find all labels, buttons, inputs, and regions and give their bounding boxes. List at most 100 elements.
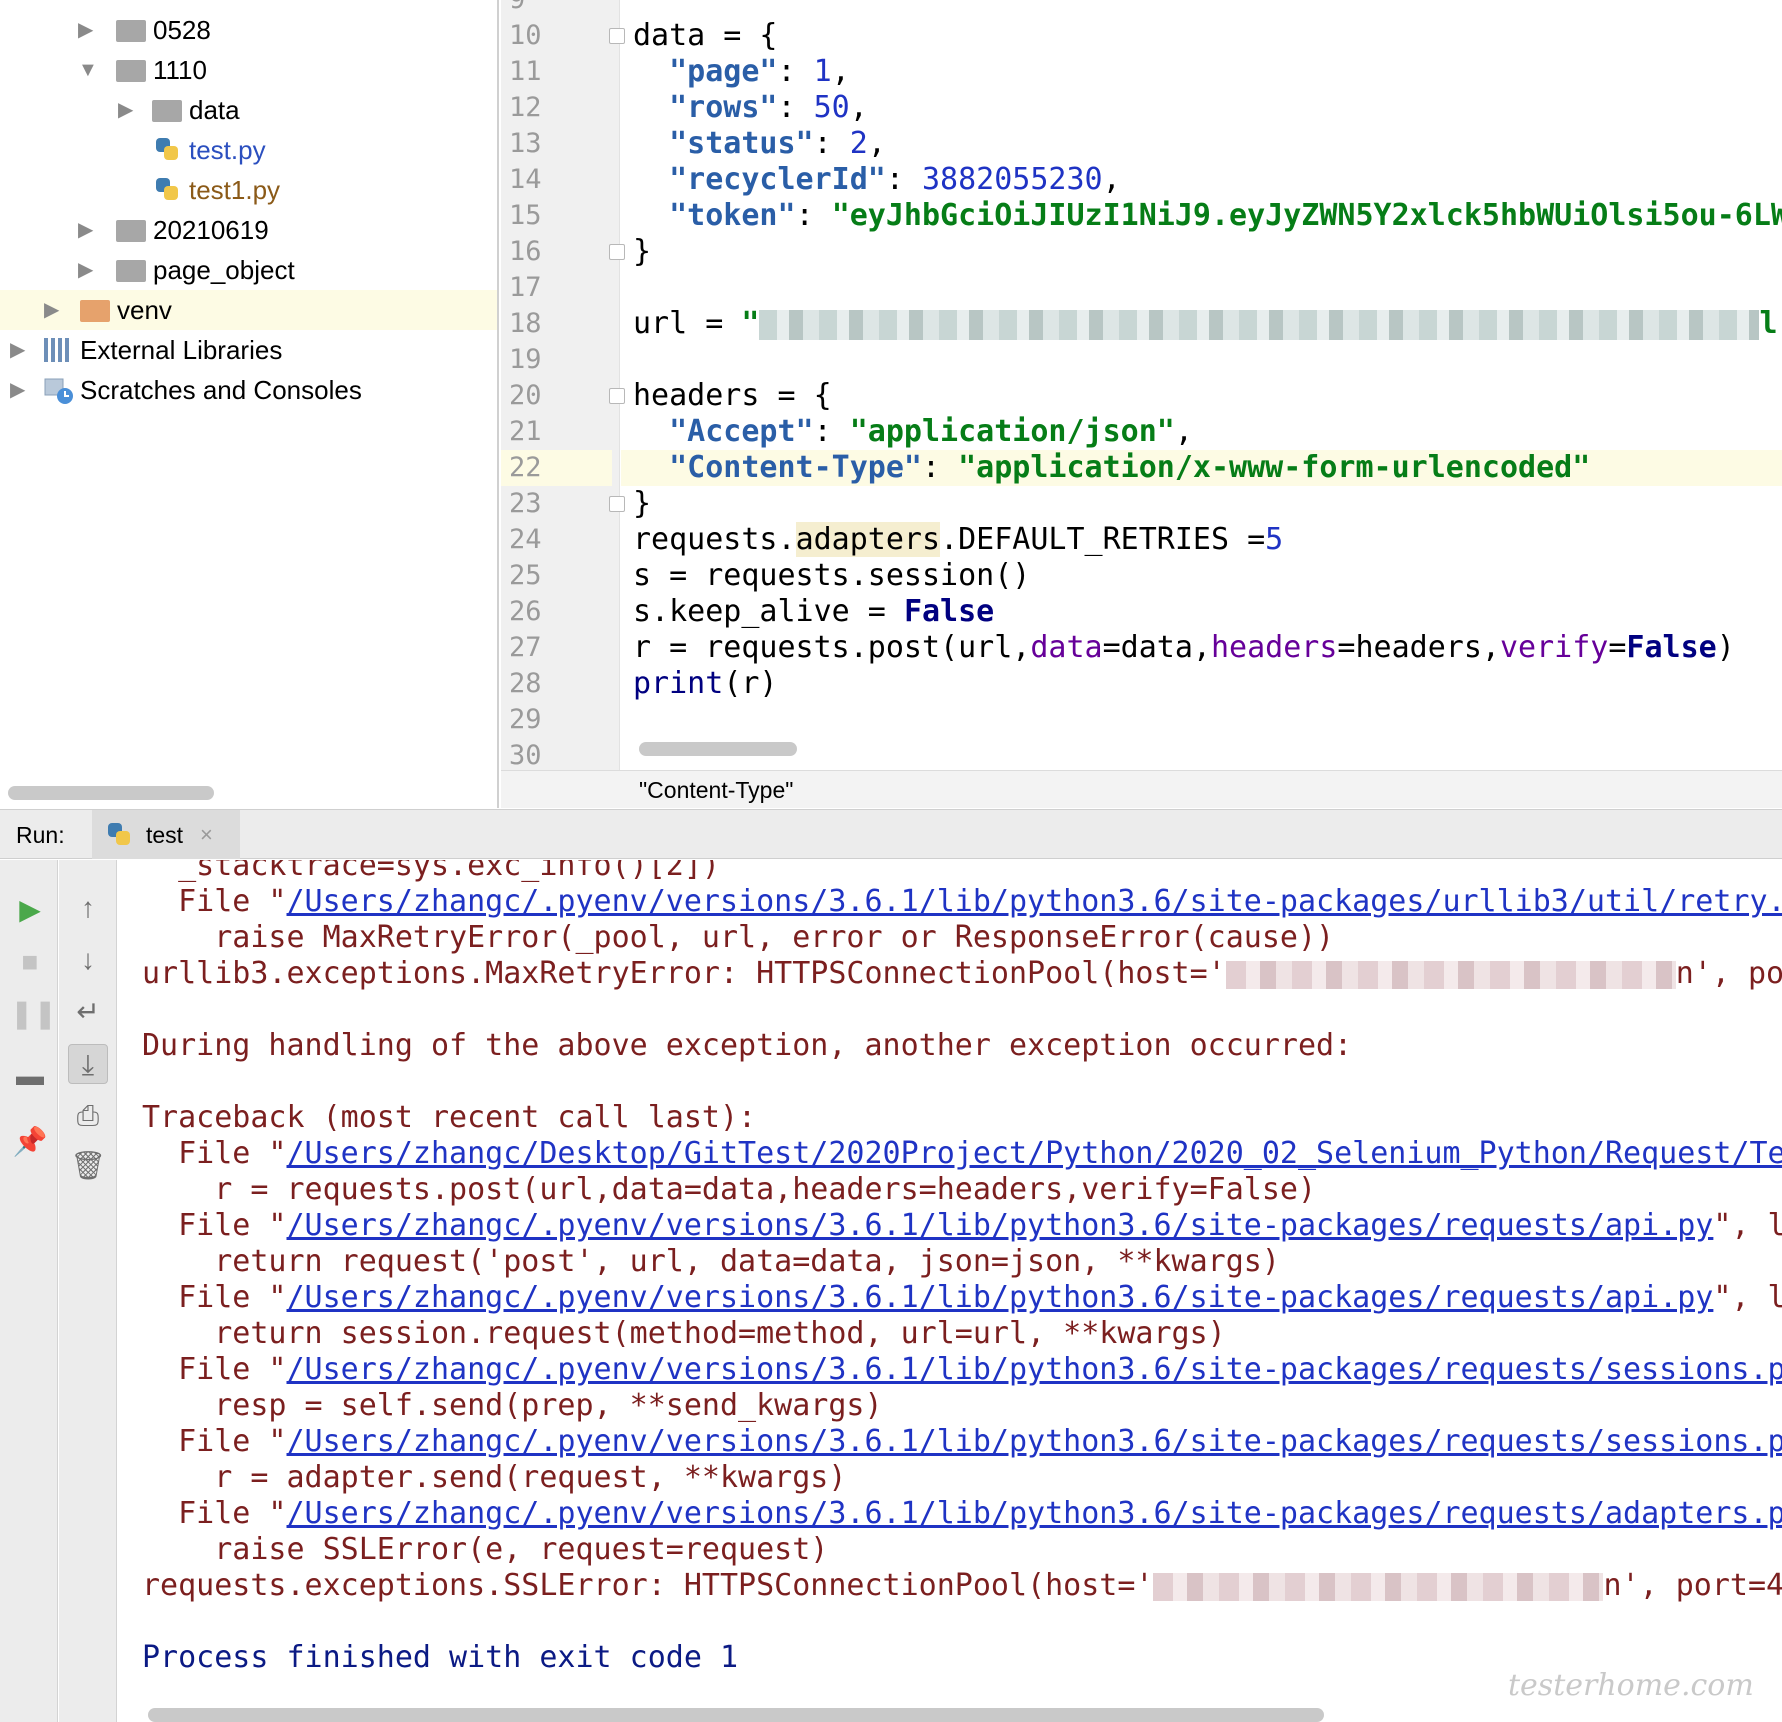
file-link[interactable]: /Users/zhangc/.pyenv/versions/3.6.1/lib/… — [287, 1352, 1782, 1387]
console-output[interactable]: _stacktrace=sys.exc_info()[2]) File "/Us… — [118, 860, 1782, 1722]
fold-marker-icon[interactable] — [609, 28, 625, 44]
tree-item-external-libraries[interactable]: ▶ External Libraries — [0, 330, 497, 370]
console-line: File "/Users/zhangc/Desktop/GitTest/2020… — [142, 1136, 1782, 1172]
tree-item-test-py[interactable]: test.py — [0, 130, 497, 170]
console-line: During handling of the above exception, … — [142, 1028, 1353, 1063]
arrow-down-icon[interactable]: ↓ — [68, 940, 108, 980]
redacted-url — [759, 309, 1760, 340]
tree-item-label: External Libraries — [80, 335, 283, 365]
chevron-right-icon[interactable]: ▶ — [118, 90, 140, 130]
fold-marker-icon[interactable] — [609, 388, 625, 404]
folder-icon — [116, 60, 146, 82]
run-tab-test[interactable]: test × — [92, 810, 240, 859]
code-line-26[interactable]: s.keep_alive = False — [633, 594, 994, 630]
library-icon — [44, 338, 72, 362]
line-number: 25 — [509, 560, 542, 591]
trash-icon[interactable]: 🗑 — [68, 1146, 108, 1186]
line-number: 23 — [509, 488, 542, 519]
layout-icon[interactable]: ▬ — [10, 1056, 50, 1096]
run-icon[interactable]: ▶ — [10, 890, 50, 930]
run-tab-label: test — [146, 822, 184, 848]
tree-item-label: 1110 — [153, 55, 207, 85]
code-line-15[interactable]: "token": "eyJhbGciOiJIUzI1NiJ9.eyJyZWN5Y… — [633, 198, 1782, 234]
code-line-10[interactable]: data = { — [633, 18, 778, 54]
fold-marker-icon[interactable] — [609, 244, 625, 260]
console-line: r = adapter.send(request, **kwargs) — [142, 1460, 847, 1495]
scroll-to-end-icon[interactable]: ⤓ — [68, 1044, 108, 1084]
file-link[interactable]: /Users/zhangc/.pyenv/versions/3.6.1/lib/… — [287, 1208, 1714, 1243]
code-line-12[interactable]: "rows": 50, — [633, 90, 868, 126]
line-number: 30 — [509, 740, 542, 771]
console-horizontal-scrollbar[interactable] — [148, 1708, 1324, 1722]
line-number: 21 — [509, 416, 542, 447]
folder-icon — [152, 100, 182, 122]
code-line-20[interactable]: headers = { — [633, 378, 832, 414]
tree-item-scratches[interactable]: ▶ Scratches and Consoles — [0, 370, 497, 410]
console-line: resp = self.send(prep, **send_kwargs) — [142, 1388, 883, 1423]
code-editor[interactable]: 9 10 11 12 13 14 15 16 17 18 19 20 21 22… — [501, 0, 1782, 808]
tree-item-label: page_object — [153, 255, 295, 285]
tree-item-venv[interactable]: ▶ venv — [0, 290, 497, 330]
tree-item-1110[interactable]: ▼ 1110 — [0, 50, 497, 90]
stop-icon[interactable]: ■ — [10, 942, 50, 982]
line-number: 12 — [509, 92, 542, 123]
package-folder-icon — [116, 260, 146, 282]
horizontal-scrollbar[interactable] — [8, 786, 214, 800]
tree-item-data[interactable]: ▶ data — [0, 90, 497, 130]
code-line-16[interactable]: } — [633, 234, 651, 270]
chevron-right-icon[interactable]: ▶ — [78, 210, 100, 250]
tree-item-page-object[interactable]: ▶ page_object — [0, 250, 497, 290]
file-link[interactable]: /Users/zhangc/.pyenv/versions/3.6.1/lib/… — [287, 1280, 1714, 1315]
file-link[interactable]: /Users/zhangc/.pyenv/versions/3.6.1/lib/… — [287, 1424, 1782, 1459]
breadcrumb-item[interactable]: "Content-Type" — [639, 771, 793, 808]
code-line-22[interactable]: "Content-Type": "application/x-www-form-… — [633, 450, 1590, 486]
run-toolbar-left: ▶ ■ ❚❚ ▬ 📌 — [0, 860, 58, 1722]
line-number: 16 — [509, 236, 542, 267]
code-line-11[interactable]: "page": 1, — [633, 54, 850, 90]
chevron-right-icon[interactable]: ▶ — [78, 10, 100, 50]
print-icon[interactable]: ⎙ — [68, 1096, 108, 1136]
breadcrumb: "Content-Type" — [501, 770, 1782, 808]
code-line-27[interactable]: r = requests.post(url,data=data,headers=… — [633, 630, 1735, 666]
chevron-right-icon[interactable]: ▶ — [78, 250, 100, 290]
soft-wrap-icon[interactable]: ↵ — [68, 992, 108, 1032]
console-line: raise SSLError(e, request=request) — [142, 1532, 829, 1567]
code-line-24[interactable]: requests.adapters.DEFAULT_RETRIES =5 — [633, 522, 1283, 558]
code-line-14[interactable]: "recyclerId": 3882055230, — [633, 162, 1121, 198]
code-line-23[interactable]: } — [633, 486, 651, 522]
console-line: raise MaxRetryError(_pool, url, error or… — [142, 920, 1335, 955]
chevron-right-icon[interactable]: ▶ — [44, 290, 66, 330]
code-line-13[interactable]: "status": 2, — [633, 126, 886, 162]
line-number: 13 — [509, 128, 542, 159]
tree-item-label: 20210619 — [153, 215, 269, 245]
code-line-25[interactable]: s = requests.session() — [633, 558, 1030, 594]
code-line-18[interactable]: url = " l — [633, 306, 1778, 342]
pause-icon[interactable]: ❚❚ — [10, 994, 57, 1034]
redacted-host — [1225, 960, 1676, 989]
file-link[interactable]: /Users/zhangc/.pyenv/versions/3.6.1/lib/… — [287, 1496, 1782, 1531]
line-number-current: 22 — [501, 450, 612, 486]
run-toolbar-right: ↑ ↓ ↵ ⤓ ⎙ 🗑 — [59, 860, 117, 1722]
code-line-28[interactable]: print(r) — [633, 666, 778, 702]
console-line: File "/Users/zhangc/.pyenv/versions/3.6.… — [142, 1424, 1782, 1460]
tree-item-test1-py[interactable]: test1.py — [0, 170, 497, 210]
code-line-21[interactable]: "Accept": "application/json", — [633, 414, 1193, 450]
editor-horizontal-scrollbar[interactable] — [639, 742, 797, 756]
line-number: 15 — [509, 200, 542, 231]
fold-marker-icon[interactable] — [609, 496, 625, 512]
close-icon[interactable]: × — [200, 810, 213, 860]
chevron-right-icon[interactable]: ▶ — [10, 370, 32, 410]
tree-item-label: Scratches and Consoles — [80, 375, 362, 405]
pin-icon[interactable]: 📌 — [10, 1122, 50, 1162]
arrow-up-icon[interactable]: ↑ — [68, 888, 108, 928]
console-line: File "/Users/zhangc/.pyenv/versions/3.6.… — [142, 1280, 1782, 1315]
line-number: 14 — [509, 164, 542, 195]
tree-item-0528[interactable]: ▶ 0528 — [0, 10, 497, 50]
file-link[interactable]: /Users/zhangc/.pyenv/versions/3.6.1/lib/… — [287, 884, 1782, 919]
console-line: File "/Users/zhangc/.pyenv/versions/3.6.… — [142, 884, 1782, 920]
file-link[interactable]: /Users/zhangc/Desktop/GitTest/2020Projec… — [287, 1136, 1782, 1171]
chevron-down-icon[interactable]: ▼ — [78, 50, 100, 90]
chevron-right-icon[interactable]: ▶ — [10, 330, 32, 370]
tree-item-20210619[interactable]: ▶ 20210619 — [0, 210, 497, 250]
tree-item-label: test.py — [189, 135, 266, 165]
